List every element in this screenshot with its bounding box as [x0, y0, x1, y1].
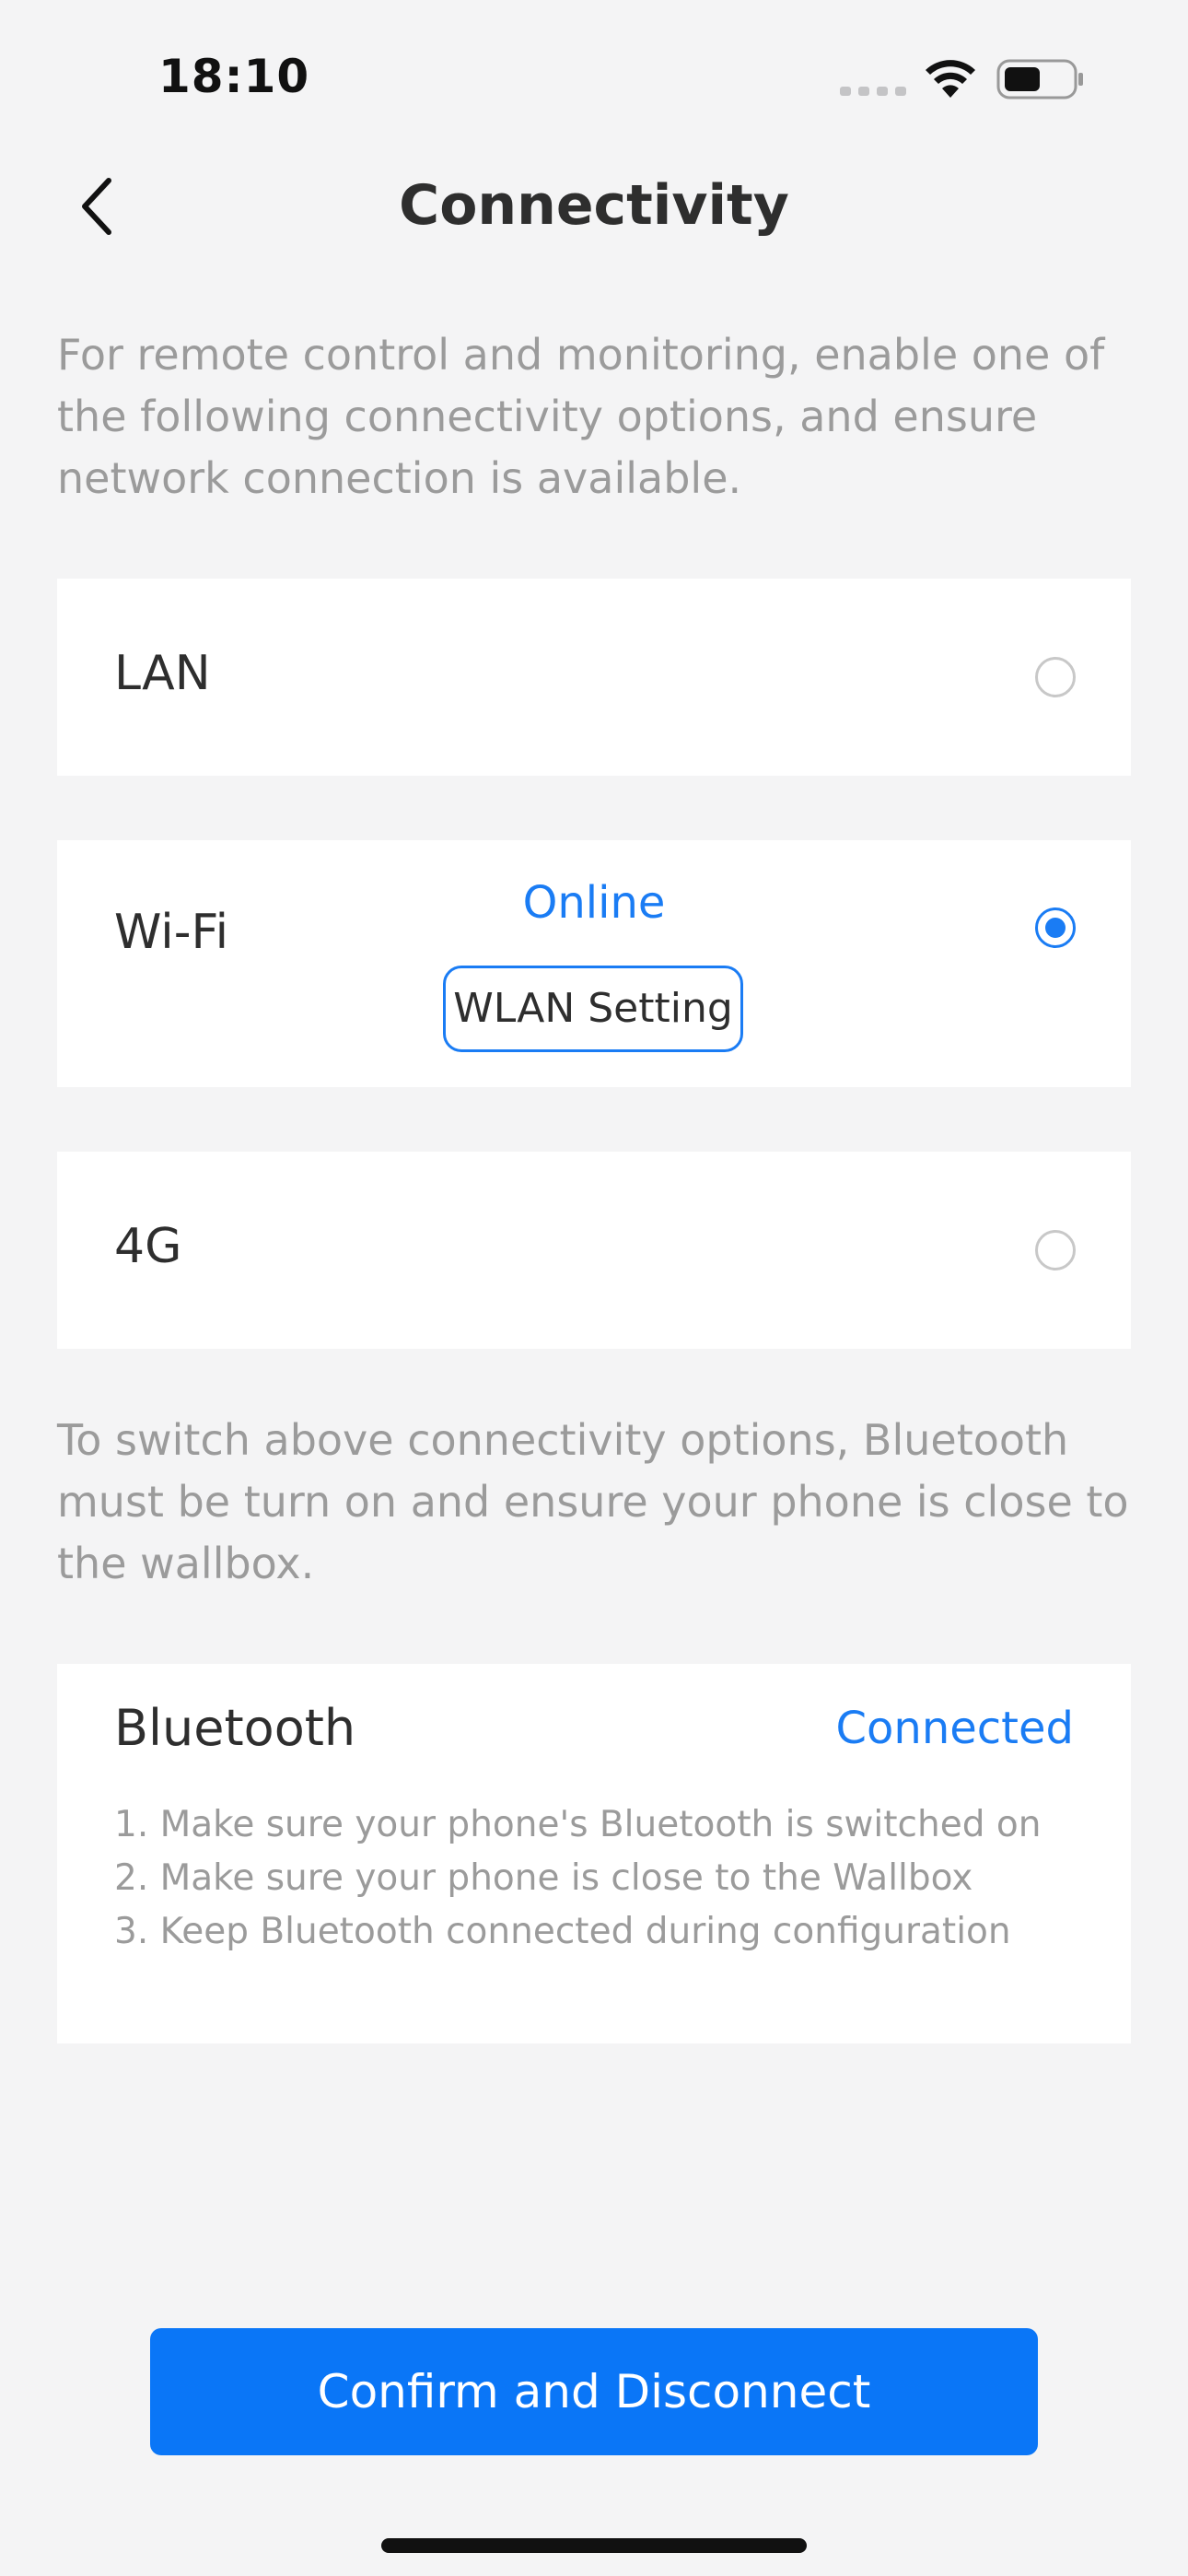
back-button[interactable]: [64, 170, 138, 243]
list-item: 2. Make sure your phone is close to the …: [114, 1857, 973, 1899]
switch-note: To switch above connectivity options, Bl…: [57, 1415, 1129, 1588]
signal-dots-icon: [840, 87, 906, 96]
status-bar: 18:10: [0, 0, 1188, 138]
bluetooth-steps: 1. Make sure your phone's Bluetooth is s…: [114, 1798, 1100, 1959]
option-4g[interactable]: 4G: [57, 1152, 1131, 1349]
option-wifi[interactable]: Wi-Fi Online WLAN Setting: [57, 840, 1131, 1087]
chevron-left-icon: [82, 178, 111, 235]
wlan-setting-button[interactable]: WLAN Setting: [443, 966, 743, 1052]
bluetooth-status: Connected: [835, 1703, 1074, 1754]
list-item: 1. Make sure your phone's Bluetooth is s…: [114, 1804, 1042, 1845]
4g-radio[interactable]: [1035, 1230, 1076, 1270]
wifi-radio[interactable]: [1035, 907, 1076, 948]
option-label: LAN: [114, 646, 211, 701]
page-title: Connectivity: [399, 173, 789, 238]
intro-text: For remote control and monitoring, enabl…: [57, 330, 1105, 503]
confirm-disconnect-button[interactable]: Confirm and Disconnect: [150, 2328, 1038, 2455]
option-label: 4G: [114, 1219, 182, 1274]
radio-selected-dot: [1045, 918, 1066, 938]
list-item: 3. Keep Bluetooth connected during confi…: [114, 1911, 1011, 1952]
bluetooth-card: Bluetooth Connected 1. Make sure your ph…: [57, 1664, 1131, 2043]
wifi-status: Online: [522, 877, 666, 929]
home-indicator: [381, 2538, 807, 2553]
option-lan[interactable]: LAN: [57, 579, 1131, 776]
battery-icon: [996, 59, 1083, 100]
wifi-icon: [926, 60, 975, 98]
lan-radio[interactable]: [1035, 657, 1076, 697]
nav-bar: Connectivity: [0, 157, 1188, 258]
bluetooth-title: Bluetooth: [114, 1699, 356, 1757]
status-time: 18:10: [158, 50, 310, 103]
